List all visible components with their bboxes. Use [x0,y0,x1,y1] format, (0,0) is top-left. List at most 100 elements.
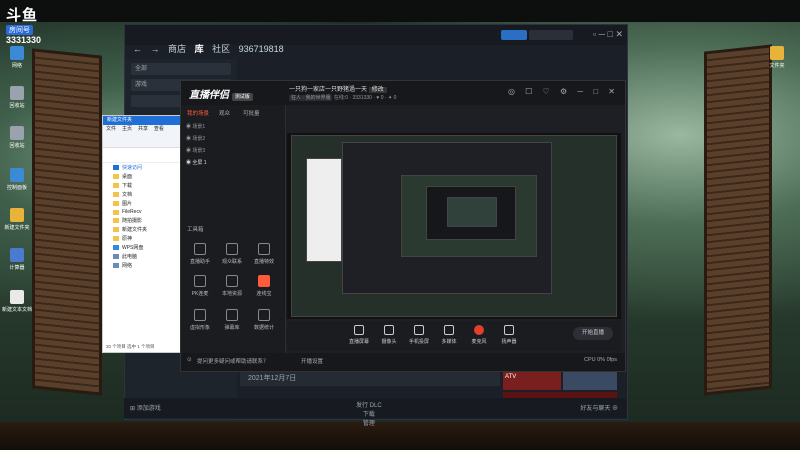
folder-icon [113,227,119,232]
tab-scenes[interactable]: 我的场景 [187,109,209,117]
start-live-button[interactable]: 开始直播 [573,327,613,340]
scene-item[interactable]: ◉ 场景3 [186,147,205,154]
window-controls[interactable]: ▫ ─ □ ✕ [593,29,623,40]
folder-icon [10,208,24,222]
ribbon-tab[interactable]: 查看 [154,126,164,132]
steam-side-item[interactable]: 全部 [131,63,231,75]
list-item[interactable]: 桌面 [103,172,181,181]
live-settings-hint[interactable]: 开播设置 [301,357,323,365]
tool-button[interactable]: 直播助手 [185,243,215,265]
desktop-icon-recycle-2[interactable]: 回收站 [2,126,32,149]
desktop-icon-network[interactable]: 网络 [2,46,32,69]
list-item[interactable]: 图片 [103,199,181,208]
desktop-icon-new-folder[interactable]: 新建文件夹 [2,208,32,231]
tool-button[interactable]: 连线宝 [249,275,279,297]
tool-button[interactable]: 虚拟形象 [185,309,215,331]
live-assistant-window: 直播伴侣 测试版 一只狗一家店一只野猪過一天 修改 狂人 · 我的世界服 在线:… [180,80,626,372]
live-header-icons[interactable]: ◎ ☐ ♡ ⚙ ─ □ ✕ [508,87,619,96]
media-icon [444,325,454,335]
tool-icon [258,309,270,321]
explorer-title: 新建文件夹 [103,116,181,125]
desktop-icon-text-doc[interactable]: 新建文本文档 [2,290,32,313]
status-info-icon: ⊙ [187,357,192,363]
preview-layer-5 [447,197,497,227]
live-left-panel: 我的场景 观众 可批量 ◉ 场景1 ◉ 场景2 ◉ 场景3 ◉ 全屏 1 工具箱… [181,105,286,371]
tool-button[interactable]: 直播特效 [249,243,279,265]
edit-title-button[interactable]: 修改 [368,87,387,93]
preview-layer-2 [342,142,552,294]
tool-icon [226,243,238,255]
list-item[interactable]: 此电脑 [103,252,181,261]
tool-button[interactable]: PK连麦 [185,275,215,297]
network-icon [10,46,24,60]
ribbon-tab[interactable]: 文件 [106,126,116,132]
tool-button[interactable]: 观众联系 [217,243,247,265]
nav-back[interactable]: ← [133,44,142,54]
list-item[interactable]: 随拍摄影 [103,216,181,225]
list-item[interactable]: WPS网盘 [103,243,181,252]
performance-readout: CPU 0% 0fps [583,357,617,363]
desktop-icon-control-panel[interactable]: 控制面板 [2,168,32,191]
douyu-logo: 斗鱼 房间号 3331330 [6,4,56,48]
cloud-icon [113,245,119,250]
steam-notification-button[interactable] [501,30,527,40]
speaker-button[interactable]: 扬声器 [493,325,525,345]
desktop-icon-folder-right[interactable]: 文件夹 [762,46,792,69]
scene-item[interactable]: ◉ 场景2 [186,135,205,142]
list-item[interactable]: 新建文件夹 [103,225,181,234]
steam-nav: ← → 商店 库 社区 936719818 [133,42,290,55]
source-media-button[interactable]: 多媒体 [433,325,465,345]
quick-access[interactable]: 快速访问 [103,163,181,172]
nav-community[interactable]: 社区 [212,44,230,54]
ribbon-tab[interactable]: 主页 [122,126,132,132]
source-screen-button[interactable]: 直播屏幕 [343,325,375,345]
computer-icon [113,254,119,259]
ribbon-tab[interactable]: 共享 [138,126,148,132]
tool-icon [194,275,206,287]
list-item[interactable]: FileRecv [103,208,181,216]
folder-icon [113,201,119,206]
live-status-bar: ⊙ 提问更多疑问或帮助请联系？ 开播设置 CPU 0% 0fps [181,353,625,371]
stream-title: 一只狗一家店一只野猪過一天 修改 [289,84,387,93]
nav-user[interactable]: 936719818 [239,44,284,54]
list-item[interactable]: 下载 [103,181,181,190]
nav-library[interactable]: 库 [195,44,204,54]
friends-chat-button[interactable]: 好友与聊天 ⊕ [580,403,618,412]
microphone-button[interactable]: 麦克风 [463,325,495,345]
list-item[interactable]: 文档 [103,190,181,199]
preview-layer-1 [291,135,617,317]
status-message[interactable]: 提问更多疑问或帮助请联系？ [197,357,269,365]
live-source-controls: 直播屏幕 摄像头 手机投屏 多媒体 麦克风 扬声器 开始直播 [287,321,621,351]
list-item[interactable]: 原神 [103,234,181,243]
room-number: 3331330 [6,35,42,45]
steam-bottom-bar: ⊞ 添加游戏 发行 DLC 下载 管理 好友与聊天 ⊕ [124,398,626,427]
source-camera-button[interactable]: 摄像头 [373,325,405,345]
add-game-button[interactable]: ⊞ 添加游戏 [130,403,161,412]
top-frame-bar [0,0,800,22]
scene-item[interactable]: ◉ 场景1 [186,123,205,130]
preview-layer-3 [401,175,537,257]
tool-button[interactable]: 数据统计 [249,309,279,331]
folder-icon [113,236,119,241]
text-document-icon [10,290,24,304]
bottom-frame-bar [0,422,800,450]
tool-button[interactable]: 本地资源 [217,275,247,297]
scene-item[interactable]: ◉ 全屏 1 [186,159,207,166]
desktop-icon-calculator[interactable]: 计算器 [2,248,32,271]
tool-button[interactable]: 弹幕库 [217,309,247,331]
star-icon [113,165,119,170]
desktop-icon-recycle[interactable]: 回收站 [2,86,32,109]
downloads-button[interactable]: 发行 DLC 下载 管理 [356,400,382,427]
explorer-address-bar[interactable] [103,148,181,163]
logo-mark: 斗鱼 [6,7,39,24]
list-item[interactable]: 网络 [103,261,181,270]
nav-forward[interactable]: → [151,44,160,54]
source-phone-button[interactable]: 手机投屏 [403,325,435,345]
tab-batch[interactable]: 可批量 [243,109,260,117]
stream-preview[interactable] [287,133,621,319]
explorer-ribbon: 文件 主页 共享 查看 [103,125,181,148]
camera-icon [384,325,394,335]
tab-audience[interactable]: 观众 [219,109,230,117]
nav-store[interactable]: 商店 [168,44,186,54]
steam-account-menu[interactable] [529,30,573,40]
